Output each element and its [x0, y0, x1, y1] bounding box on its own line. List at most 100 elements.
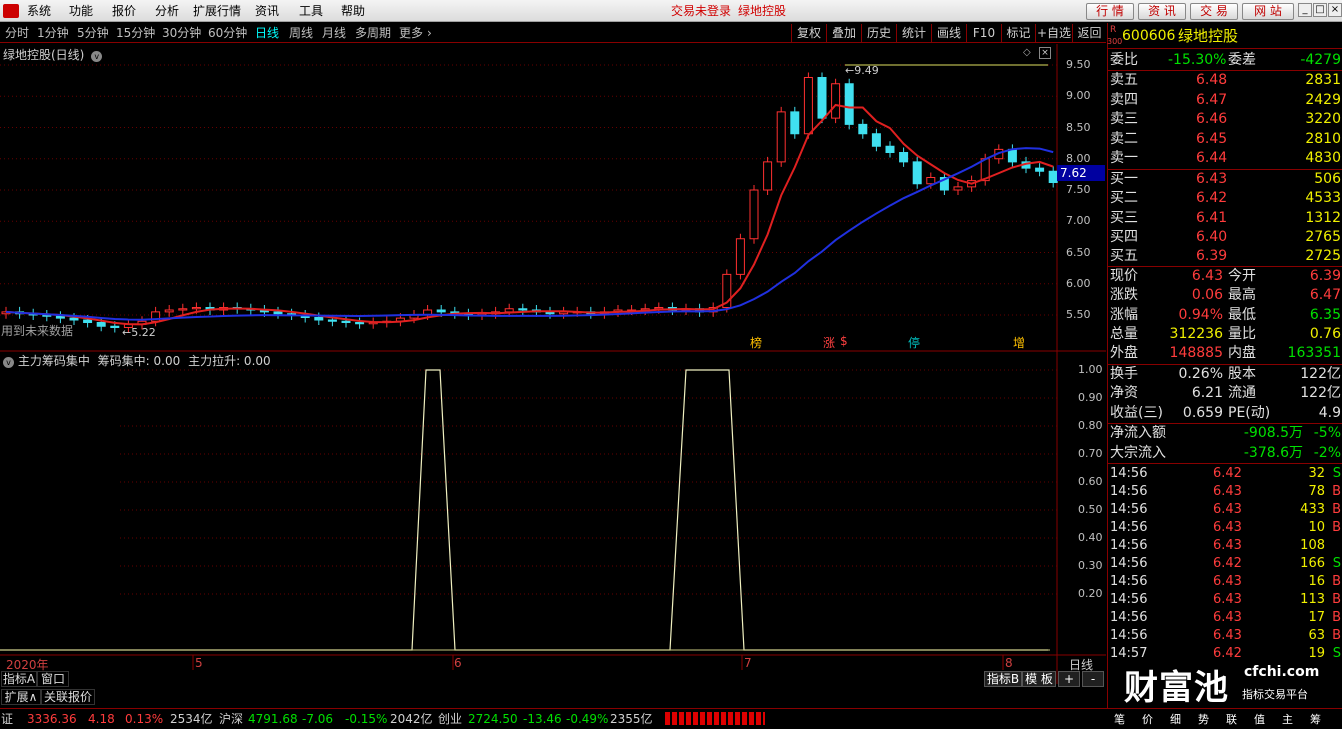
- marker-increase[interactable]: 增: [1013, 334, 1025, 351]
- tool-mark[interactable]: 标记: [1001, 24, 1035, 42]
- period-30min[interactable]: 30分钟: [162, 25, 201, 41]
- ask-price: 6.47: [1196, 91, 1228, 108]
- tool-history[interactable]: 历史: [861, 24, 896, 42]
- menu-function[interactable]: 功能: [69, 3, 93, 19]
- stat-row: 外盘 148885 内盘 163351: [1110, 345, 1341, 362]
- panel-tab[interactable]: 细: [1170, 711, 1181, 729]
- ask-price: 6.46: [1196, 111, 1228, 127]
- maximize-icon[interactable]: □: [1313, 3, 1327, 17]
- chevron-right-icon[interactable]: ›: [427, 25, 432, 41]
- index-status-bar: 证 3336.36 4.18 0.13% 2534亿 沪深 4791.68 -7…: [0, 708, 1342, 728]
- close-icon[interactable]: ×: [1328, 3, 1342, 17]
- marker-halt[interactable]: 停: [908, 334, 920, 351]
- period-timeshare[interactable]: 分时: [5, 25, 29, 41]
- capital-flow-row: 大宗流入 -378.6万 -2%: [1110, 444, 1341, 461]
- period-monthly[interactable]: 月线: [322, 25, 346, 41]
- tab-window[interactable]: 窗口: [37, 671, 69, 687]
- ask-label: 卖五: [1110, 72, 1138, 88]
- ask-label: 卖三: [1110, 111, 1138, 127]
- tool-f10[interactable]: F10: [966, 24, 1001, 42]
- marker-rank[interactable]: 榜: [750, 334, 762, 351]
- menu-analysis[interactable]: 分析: [155, 3, 179, 19]
- indicator-tick: 0.30: [1078, 559, 1103, 572]
- time-label-jun: 6: [454, 656, 462, 670]
- menu-extended[interactable]: 扩展行情: [193, 3, 241, 19]
- ask-label: 卖一: [1110, 150, 1138, 166]
- stock-code: 600606: [1122, 28, 1176, 44]
- ask-volume: 2831: [1305, 72, 1341, 88]
- ask-volume: 3220: [1305, 111, 1341, 127]
- period-60min[interactable]: 60分钟: [208, 25, 247, 41]
- period-more[interactable]: 更多: [399, 25, 423, 41]
- tick-row: 14:56 6.42 166 S: [1110, 556, 1341, 571]
- watermark-sub: 指标交易平台: [1242, 688, 1308, 701]
- panel-tab[interactable]: 主: [1282, 711, 1293, 729]
- candle-body: [763, 161, 773, 191]
- tool-overlay[interactable]: 叠加: [826, 24, 861, 42]
- period-multi[interactable]: 多周期: [355, 25, 391, 41]
- ask-label: 卖四: [1110, 91, 1138, 108]
- ask-row: 卖二 6.45 2810: [1108, 130, 1342, 149]
- stat-row: 涨幅 0.94% 最低 6.35: [1110, 306, 1341, 323]
- candle-body: [817, 77, 827, 119]
- panel-tab[interactable]: 势: [1198, 711, 1209, 729]
- tab-indicator-b[interactable]: 指标B: [984, 671, 1022, 687]
- tool-back[interactable]: 返回: [1072, 24, 1106, 42]
- panel-tab[interactable]: 笔: [1114, 711, 1125, 729]
- index-cy-change: -13.46: [523, 712, 562, 726]
- website-button[interactable]: 网 站: [1242, 3, 1294, 20]
- period-daily[interactable]: 日线: [255, 25, 279, 41]
- bid-row: 买三 6.41 1312: [1108, 209, 1342, 228]
- panel-tab[interactable]: 筹: [1310, 711, 1321, 729]
- diamond-icon[interactable]: ◇: [1023, 47, 1031, 58]
- tool-draw[interactable]: 画线: [931, 24, 966, 42]
- panel-tab[interactable]: 价: [1142, 711, 1153, 729]
- login-status: 交易未登录: [671, 4, 732, 18]
- tick-row: 14:56 6.43 113 B: [1110, 592, 1341, 607]
- current-price-tag: 7.62: [1057, 165, 1105, 181]
- candle-body: [790, 111, 800, 135]
- period-weekly[interactable]: 周线: [289, 25, 313, 41]
- menu-news[interactable]: 资讯: [255, 3, 279, 19]
- marker-limit-up[interactable]: 涨: [823, 334, 835, 351]
- indicator-tick: 0.60: [1078, 475, 1103, 488]
- candle-body: [912, 161, 922, 185]
- tab-extend[interactable]: 扩展∧: [1, 689, 41, 705]
- panel-tab[interactable]: 联: [1226, 711, 1237, 729]
- chevron-down-icon[interactable]: v: [91, 51, 103, 62]
- tool-adjust[interactable]: 复权: [791, 24, 826, 42]
- period-15min[interactable]: 15分钟: [116, 25, 155, 41]
- menu-help[interactable]: 帮助: [341, 3, 365, 19]
- weibi-row: 委比 -15.30% 委差 -4279: [1110, 52, 1341, 68]
- weibi-value: -15.30%: [1168, 52, 1227, 68]
- tab-related-quote[interactable]: 关联报价: [41, 689, 95, 705]
- low-label: ←5.22: [122, 326, 156, 339]
- minimize-icon[interactable]: _: [1298, 3, 1312, 17]
- bid-row: 买二 6.42 4533: [1108, 189, 1342, 208]
- market-button[interactable]: 行 情: [1086, 3, 1134, 20]
- marker-dollar[interactable]: $: [840, 334, 848, 348]
- zoom-out-button[interactable]: -: [1082, 671, 1104, 687]
- bid-price: 6.40: [1196, 228, 1228, 245]
- indicator-menu-icon[interactable]: v: [3, 357, 14, 368]
- panel-tab[interactable]: 值: [1254, 711, 1265, 729]
- menu-tools[interactable]: 工具: [299, 3, 323, 19]
- tab-indicator-a[interactable]: 指标A: [1, 671, 37, 687]
- price-tick: 8.00: [1066, 151, 1091, 165]
- menu-system[interactable]: 系统: [27, 3, 51, 19]
- zoom-in-button[interactable]: +: [1058, 671, 1080, 687]
- quote-panel: R 300 600606 绿地控股 委比 -15.30% 委差 -4279 卖五…: [1107, 23, 1342, 708]
- period-1min[interactable]: 1分钟: [37, 25, 69, 41]
- ask-volume: 2429: [1305, 91, 1341, 108]
- trade-button[interactable]: 交 易: [1190, 3, 1238, 20]
- tool-add-watchlist[interactable]: +自选: [1035, 24, 1072, 42]
- candle-body: [504, 308, 514, 313]
- chart-close-icon[interactable]: ×: [1039, 47, 1051, 59]
- tool-stats[interactable]: 统计: [896, 24, 931, 42]
- candle-body: [926, 177, 936, 185]
- tab-template[interactable]: 模 板: [1022, 671, 1056, 687]
- indicator-name: 主力筹码集中: [17, 354, 90, 368]
- menu-quote[interactable]: 报价: [112, 3, 136, 19]
- news-button[interactable]: 资 讯: [1138, 3, 1186, 20]
- period-5min[interactable]: 5分钟: [77, 25, 109, 41]
